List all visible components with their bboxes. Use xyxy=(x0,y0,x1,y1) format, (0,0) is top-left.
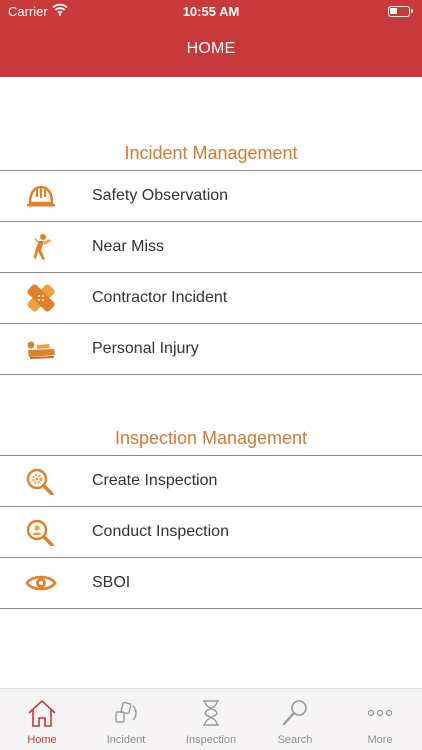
bandage-icon xyxy=(24,284,58,312)
list-item-create-inspection[interactable]: Create Inspection xyxy=(0,456,422,507)
status-bar: Carrier 10:55 AM xyxy=(0,0,422,22)
list-item-label: Create Inspection xyxy=(92,472,218,489)
list-item-label: SBOI xyxy=(92,574,131,591)
list-item-personal-injury[interactable]: Personal Injury xyxy=(0,324,422,375)
magnifier-person-icon xyxy=(24,518,58,547)
more-icon xyxy=(365,698,395,728)
tab-more[interactable]: More xyxy=(338,689,422,750)
incident-icon xyxy=(111,698,141,728)
tab-incident[interactable]: Incident xyxy=(84,689,168,750)
list-item-label: Personal Injury xyxy=(92,340,199,357)
page-title: HOME xyxy=(186,40,236,57)
tab-inspection[interactable]: Inspection xyxy=(169,689,253,750)
section-header-inspection: Inspection Management xyxy=(114,428,308,448)
list-item-sboi[interactable]: SBOI xyxy=(0,558,422,609)
magnifier-gear-icon xyxy=(24,467,58,496)
tab-search[interactable]: Search xyxy=(253,689,337,750)
status-time: 10:55 AM xyxy=(182,4,240,19)
tab-label: Search xyxy=(277,734,313,746)
list-item-label: Near Miss xyxy=(92,238,165,255)
incident-list: Safety Observation Near Miss Contractor … xyxy=(0,170,422,375)
list-item-contractor-incident[interactable]: Contractor Incident xyxy=(0,273,422,324)
inspection-list: Create Inspection Conduct Inspection SBO… xyxy=(0,455,422,609)
home-icon xyxy=(27,698,57,728)
tab-label: Inspection xyxy=(185,734,237,746)
tab-label: More xyxy=(367,734,393,746)
tab-home[interactable]: Home xyxy=(0,689,84,750)
section-header-incident: Incident Management xyxy=(124,143,298,163)
tab-label: Incident xyxy=(106,734,146,746)
battery-icon xyxy=(388,6,413,17)
list-item-near-miss[interactable]: Near Miss xyxy=(0,222,422,273)
list-item-label: Contractor Incident xyxy=(92,289,228,306)
tab-bar: Home Incident Inspection Search More xyxy=(0,688,422,750)
falling-person-icon xyxy=(24,233,58,261)
tab-label: Home xyxy=(27,734,57,746)
list-item-safety-observation[interactable]: Safety Observation xyxy=(0,171,422,222)
eye-icon xyxy=(24,569,58,597)
list-item-conduct-inspection[interactable]: Conduct Inspection xyxy=(0,507,422,558)
list-item-label: Safety Observation xyxy=(92,187,229,204)
list-item-label: Conduct Inspection xyxy=(92,523,229,540)
hourglass-icon xyxy=(196,698,226,728)
injured-person-icon xyxy=(24,335,58,363)
hard-hat-icon xyxy=(24,182,58,210)
navigation-bar: HOME xyxy=(0,22,422,77)
search-icon xyxy=(280,698,310,728)
